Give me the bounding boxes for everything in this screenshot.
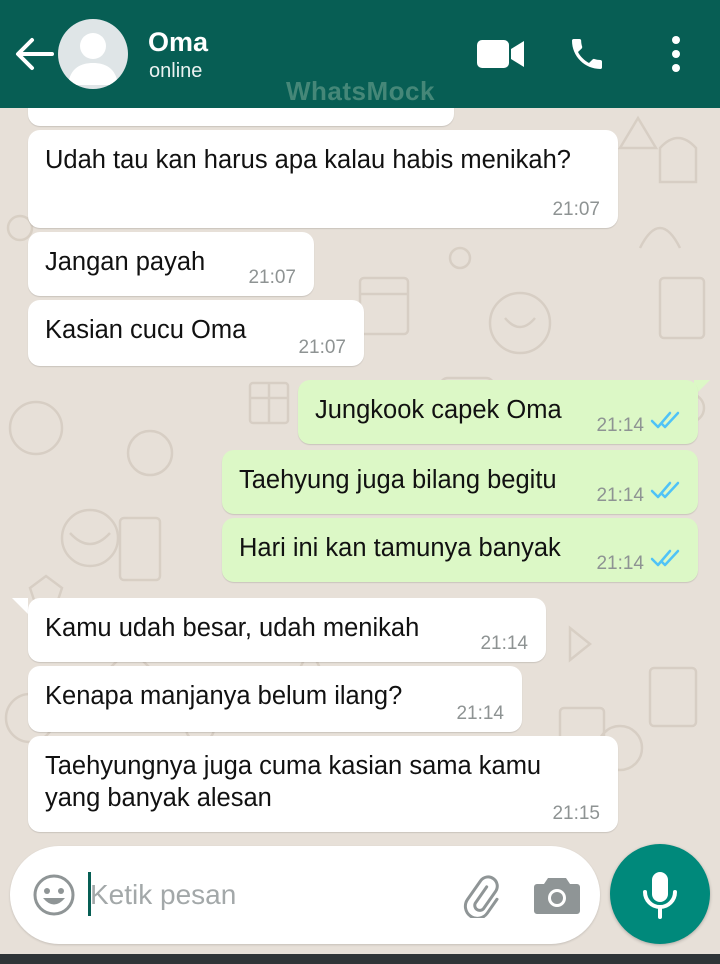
message-bubble-incoming[interactable]: Taehyungnya juga cuma kasian sama kamu y… xyxy=(28,736,618,832)
system-navigation-strip xyxy=(0,954,720,964)
message-input[interactable] xyxy=(90,872,420,918)
avatar[interactable] xyxy=(58,19,128,89)
microphone-icon xyxy=(643,872,677,919)
chat-area[interactable]: Udah tau kan harus apa kalau habis menik… xyxy=(0,108,720,850)
message-time: 21:14 xyxy=(480,633,528,654)
message-compose-bar xyxy=(10,846,600,944)
message-text: Kenapa manjanya belum ilang? xyxy=(45,682,403,710)
watermark: WhatsMock xyxy=(286,76,435,106)
message-bubble-incoming[interactable]: Kenapa manjanya belum ilang? 21:14 xyxy=(28,666,522,732)
message-bubble-partial xyxy=(28,108,454,126)
contact-status: online xyxy=(149,60,203,82)
video-call-icon[interactable] xyxy=(476,38,526,70)
message-time: 21:14 xyxy=(596,553,644,574)
message-time: 21:14 xyxy=(596,485,644,506)
phone-call-icon[interactable] xyxy=(567,34,607,74)
read-receipt-double-check-icon xyxy=(650,481,680,499)
incoming-bubble-tail xyxy=(12,598,28,614)
message-time: 21:14 xyxy=(596,415,644,436)
chat-header: Oma online WhatsMock xyxy=(0,0,720,108)
camera-icon[interactable] xyxy=(534,874,580,914)
back-arrow-icon[interactable] xyxy=(14,36,54,72)
message-bubble-outgoing[interactable]: Hari ini kan tamunya banyak 21:14 xyxy=(222,518,698,582)
message-text: Kamu udah besar, udah menikah xyxy=(45,614,420,642)
emoji-icon[interactable] xyxy=(32,873,76,917)
read-receipt-double-check-icon xyxy=(650,411,680,429)
message-bubble-incoming[interactable]: Udah tau kan harus apa kalau habis menik… xyxy=(28,130,618,228)
message-time: 21:14 xyxy=(456,703,504,724)
more-options-icon[interactable] xyxy=(664,34,688,74)
message-bubble-outgoing[interactable]: Jungkook capek Oma 21:14 xyxy=(298,380,698,444)
message-time: 21:15 xyxy=(552,803,600,824)
message-bubble-incoming[interactable]: Jangan payah 21:07 xyxy=(28,232,314,296)
contact-name[interactable]: Oma xyxy=(148,27,208,58)
read-receipt-double-check-icon xyxy=(650,549,680,567)
message-time: 21:07 xyxy=(248,267,296,288)
message-time: 21:07 xyxy=(298,337,346,358)
message-bubble-incoming[interactable]: Kasian cucu Oma 21:07 xyxy=(28,300,364,366)
attachment-paperclip-icon[interactable] xyxy=(458,872,504,918)
message-text: Udah tau kan harus apa kalau habis menik… xyxy=(45,146,571,174)
message-text: Taehyungnya juga cuma kasian sama kamu y… xyxy=(45,752,542,812)
message-time: 21:07 xyxy=(552,199,600,220)
message-bubble-outgoing[interactable]: Taehyung juga bilang begitu 21:14 xyxy=(222,450,698,514)
default-avatar-icon xyxy=(68,33,118,85)
message-bubble-incoming[interactable]: Kamu udah besar, udah menikah 21:14 xyxy=(28,598,546,662)
voice-record-button[interactable] xyxy=(610,844,710,944)
